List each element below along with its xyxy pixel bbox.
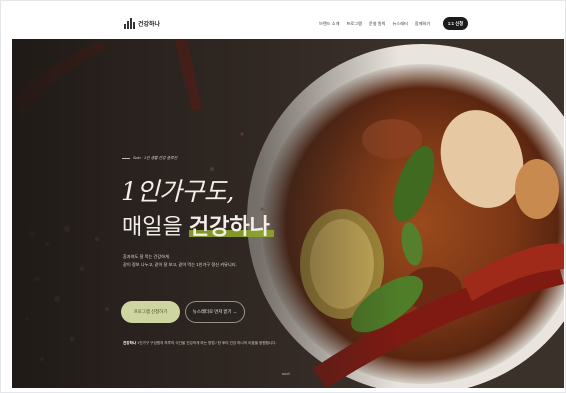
menu-item-principles[interactable]: 운영 원칙 — [369, 21, 386, 27]
menu-item-newsletter[interactable]: 뉴스레터 — [392, 21, 407, 27]
brand-logo[interactable]: 건강하나 — [124, 18, 160, 29]
menu-item-brand[interactable]: 브랜드 소개 — [319, 21, 339, 27]
hero-description-line2: 같이 정보 나누고, 같이 잘 보고, 같이 먹는 1인가구 정신 커뮤니티. — [123, 262, 237, 268]
apply-program-button[interactable]: 프로그램 신청하기 — [121, 301, 180, 323]
hero-footnote: 건강하나 1인가구 구성원의 하루의 식단을 건강하게 하는 방법 / 한 뿌리… — [123, 341, 277, 346]
hero-headline-line1: 1인가구도, — [121, 177, 234, 206]
hero-description: 혼자여도 잘 먹는 건강하게. 같이 정보 나누고, 같이 잘 보고, 같이 먹… — [123, 253, 237, 270]
main-menu: 브랜드 소개 프로그램 운영 원칙 뉴스레터 함께하기 — [319, 21, 430, 27]
footnote-brand: 건강하나 — [123, 341, 137, 345]
newsletter-button[interactable]: 뉴스레터로 먼저 받기 → — [185, 301, 245, 323]
hero-headline-highlight: 건강하나 — [188, 214, 270, 239]
bar-chart-logo-icon — [124, 18, 135, 29]
top-navigation: 건강하나 브랜드 소개 프로그램 운영 원칙 뉴스레터 함께하기 1:1 신청 — [12, 11, 556, 39]
hero-headline-prefix: 매일을 — [122, 214, 189, 239]
footnote-text: 1인가구 구성원의 하루의 식단을 건강하게 하는 방법 / 한 뿌리 건강 하… — [137, 341, 277, 345]
hero-content: Solo · 1인 생활 건강 솔루션 1인가구도, 매일을 건강하나 혼자여도… — [12, 39, 564, 388]
hero-description-line1: 혼자여도 잘 먹는 건강하게. — [123, 254, 171, 259]
dash-decoration — [122, 158, 130, 159]
hero-eyebrow: Solo · 1인 생활 건강 솔루션 — [122, 156, 177, 161]
menu-item-join[interactable]: 함께하기 — [415, 21, 430, 27]
hero-section: Solo · 1인 생활 건강 솔루션 1인가구도, 매일을 건강하나 혼자여도… — [12, 39, 564, 388]
brand-name: 건강하나 — [138, 22, 161, 28]
hero-eyebrow-text: Solo · 1인 생활 건강 솔루션 — [133, 156, 178, 160]
page-frame: 건강하나 브랜드 소개 프로그램 운영 원칙 뉴스레터 함께하기 1:1 신청 — [0, 0, 566, 393]
hero-headline-line2: 매일을 건강하나 — [122, 209, 270, 241]
nav-apply-button[interactable]: 1:1 신청 — [443, 17, 468, 30]
scroll-hint[interactable]: scroll — [282, 372, 289, 376]
menu-item-program[interactable]: 프로그램 — [346, 21, 361, 27]
